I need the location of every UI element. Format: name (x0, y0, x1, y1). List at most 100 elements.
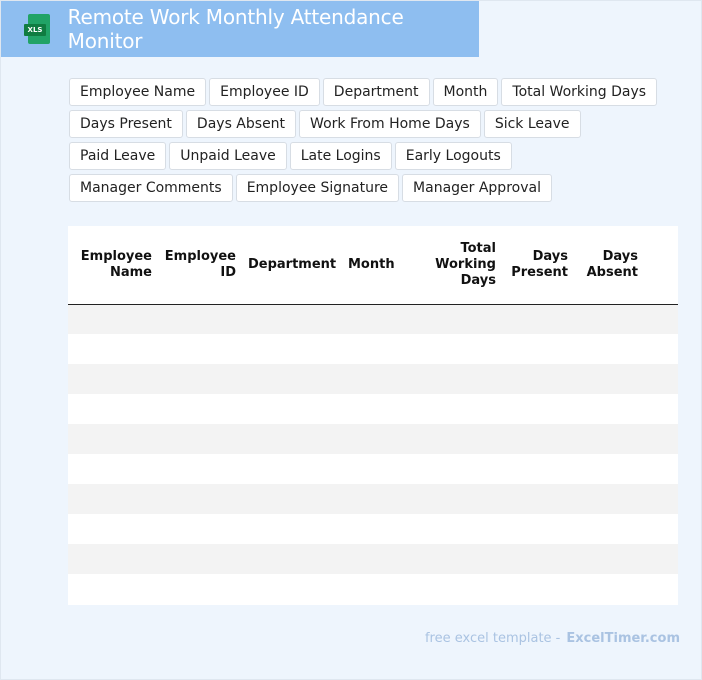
table-cell[interactable] (574, 304, 644, 334)
table-cell[interactable] (644, 454, 678, 484)
table-cell[interactable] (502, 514, 574, 544)
table-cell[interactable] (574, 454, 644, 484)
table-cell[interactable] (158, 304, 242, 334)
table-cell[interactable] (502, 424, 574, 454)
table-cell[interactable] (396, 514, 502, 544)
field-chip[interactable]: Department (322, 78, 430, 106)
field-chip[interactable]: Unpaid Leave (169, 142, 287, 170)
table-cell[interactable] (502, 574, 574, 604)
table-cell[interactable] (396, 364, 502, 394)
table-cell[interactable] (158, 544, 242, 574)
table-cell[interactable] (68, 334, 158, 364)
table-cell[interactable] (396, 394, 502, 424)
table-cell[interactable] (502, 454, 574, 484)
table-cell[interactable] (644, 364, 678, 394)
table-cell[interactable] (342, 484, 396, 514)
field-chip[interactable]: Late Logins (289, 142, 392, 170)
table-cell[interactable] (644, 424, 678, 454)
field-chip[interactable]: Total Working Days (501, 78, 658, 106)
field-chip[interactable]: Work From Home Days (299, 110, 481, 138)
table-cell[interactable] (574, 514, 644, 544)
field-chip[interactable]: Paid Leave (69, 142, 167, 170)
field-chip[interactable]: Days Absent (185, 110, 297, 138)
table-cell[interactable] (644, 394, 678, 424)
field-chip[interactable]: Days Present (69, 110, 183, 138)
footer-brand-link[interactable]: ExcelTimer.com (566, 631, 680, 646)
column-header: Days Absent (574, 226, 644, 305)
table-cell[interactable] (396, 304, 502, 334)
table-cell[interactable] (242, 484, 342, 514)
table-cell[interactable] (574, 334, 644, 364)
field-chip[interactable]: Employee ID (209, 78, 320, 106)
table-cell[interactable] (68, 424, 158, 454)
table-cell[interactable] (644, 304, 678, 334)
table-cell[interactable] (242, 424, 342, 454)
table-cell[interactable] (502, 484, 574, 514)
table-cell[interactable] (342, 394, 396, 424)
table-cell[interactable] (396, 574, 502, 604)
table-cell[interactable] (68, 484, 158, 514)
table-cell[interactable] (68, 364, 158, 394)
field-chip[interactable]: Sick Leave (483, 110, 581, 138)
table-cell[interactable] (342, 514, 396, 544)
table-cell[interactable] (502, 304, 574, 334)
table-cell[interactable] (242, 454, 342, 484)
table-cell[interactable] (396, 454, 502, 484)
table-cell[interactable] (158, 334, 242, 364)
table-cell[interactable] (574, 544, 644, 574)
field-chip[interactable]: Employee Signature (235, 174, 400, 202)
table-cell[interactable] (644, 514, 678, 544)
table-cell[interactable] (342, 574, 396, 604)
field-chip[interactable]: Early Logouts (394, 142, 512, 170)
table-cell[interactable] (342, 544, 396, 574)
table-cell[interactable] (242, 514, 342, 544)
field-chip[interactable]: Month (432, 78, 499, 106)
table-cell[interactable] (242, 574, 342, 604)
field-chip[interactable]: Manager Approval (402, 174, 552, 202)
table-cell[interactable] (342, 334, 396, 364)
table-cell[interactable] (242, 364, 342, 394)
table-cell[interactable] (574, 364, 644, 394)
table-cell[interactable] (574, 394, 644, 424)
table-cell[interactable] (502, 394, 574, 424)
table-cell[interactable] (342, 424, 396, 454)
table-cell[interactable] (68, 454, 158, 484)
table-cell[interactable] (158, 424, 242, 454)
field-chip[interactable]: Employee Name (69, 78, 207, 106)
table-cell[interactable] (342, 454, 396, 484)
table-cell[interactable] (502, 544, 574, 574)
table-cell[interactable] (644, 574, 678, 604)
table-cell[interactable] (502, 364, 574, 394)
table-cell[interactable] (644, 334, 678, 364)
table-cell[interactable] (68, 544, 158, 574)
table-cell[interactable] (158, 394, 242, 424)
table-cell[interactable] (68, 514, 158, 544)
table-cell[interactable] (342, 364, 396, 394)
table-cell[interactable] (574, 484, 644, 514)
table-cell[interactable] (396, 544, 502, 574)
table-cell[interactable] (242, 544, 342, 574)
table-cell[interactable] (68, 304, 158, 334)
field-chip[interactable]: Manager Comments (69, 174, 233, 202)
table-cell[interactable] (158, 454, 242, 484)
table-cell[interactable] (68, 394, 158, 424)
table-cell[interactable] (242, 394, 342, 424)
column-header: Total Working Days (396, 226, 502, 305)
table-cell[interactable] (242, 334, 342, 364)
table-cell[interactable] (68, 574, 158, 604)
table-cell[interactable] (396, 484, 502, 514)
table-cell[interactable] (574, 574, 644, 604)
xls-icon-label: XLS (24, 24, 46, 36)
table-cell[interactable] (502, 334, 574, 364)
table-cell[interactable] (396, 424, 502, 454)
table-cell[interactable] (158, 574, 242, 604)
table-cell[interactable] (242, 304, 342, 334)
table-cell[interactable] (158, 484, 242, 514)
table-cell[interactable] (644, 544, 678, 574)
table-cell[interactable] (574, 424, 644, 454)
table-cell[interactable] (342, 304, 396, 334)
table-cell[interactable] (644, 484, 678, 514)
table-cell[interactable] (158, 364, 242, 394)
table-cell[interactable] (396, 334, 502, 364)
table-cell[interactable] (158, 514, 242, 544)
